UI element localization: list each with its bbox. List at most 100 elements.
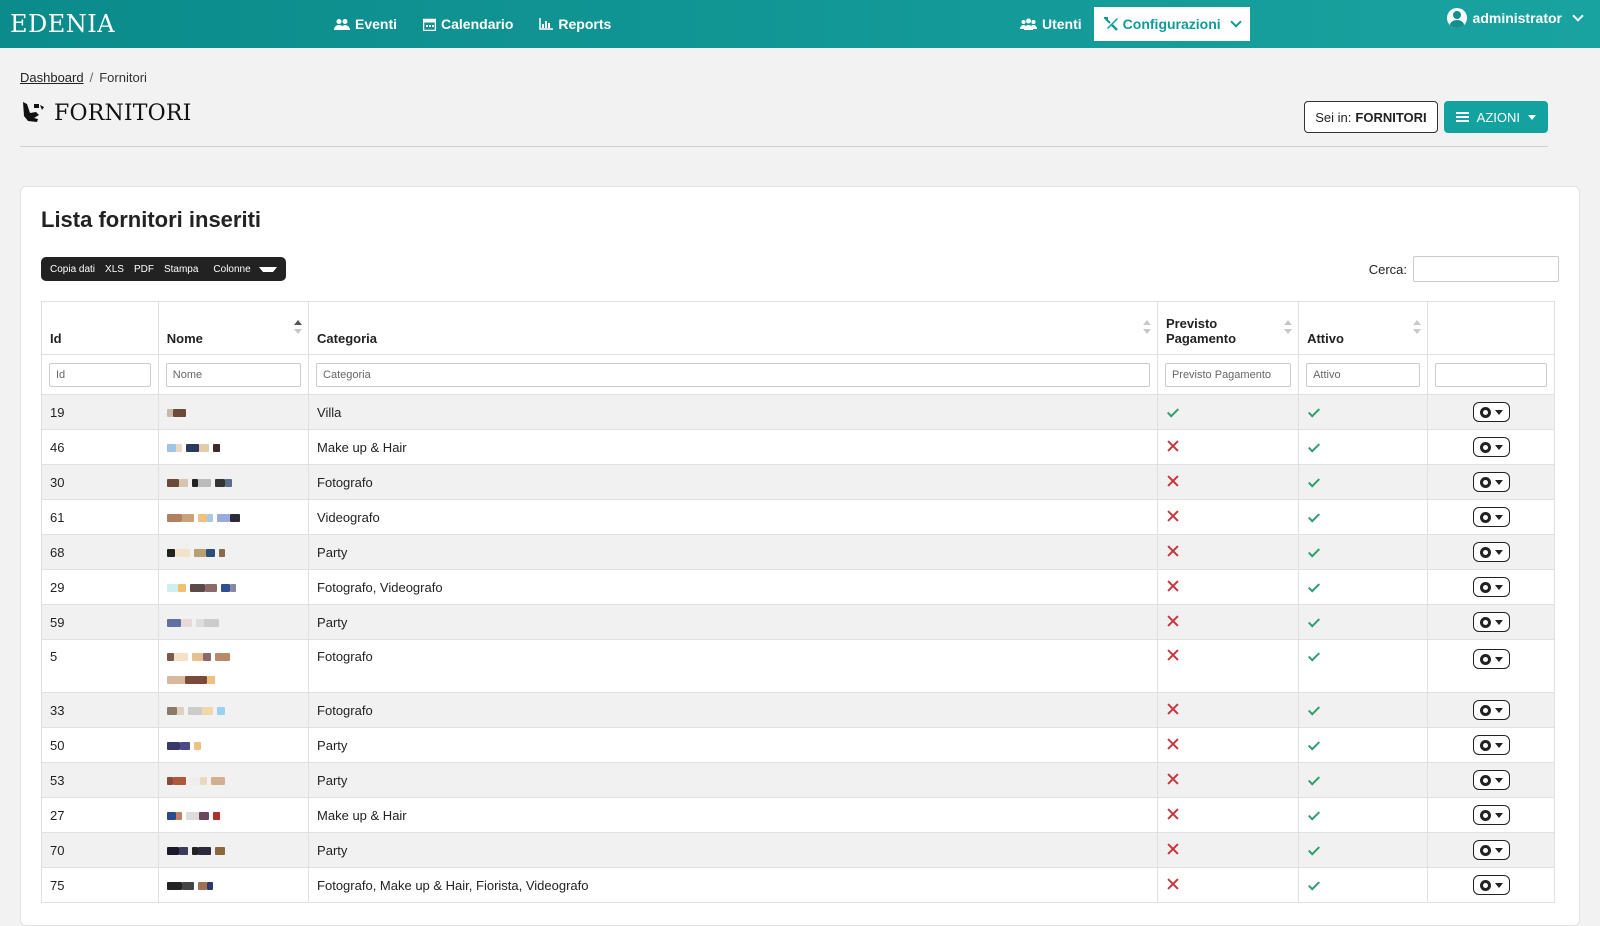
table-row[interactable]: 75 Fotografo, Make up & Hair, Fiorista, V… <box>41 867 1555 903</box>
redacted-pixel <box>191 653 203 661</box>
row-actions-button[interactable] <box>1472 507 1510 527</box>
redacted-pixel <box>166 676 185 684</box>
redacted-pixel <box>212 811 220 820</box>
gear-icon <box>1479 879 1491 891</box>
filter-previsto-input[interactable] <box>1164 362 1292 387</box>
table-row[interactable]: 59 Party <box>41 604 1555 640</box>
cell-actions <box>1427 639 1555 693</box>
nav-secondary: Utenti Configurazioni <box>1010 7 1250 42</box>
row-actions-button[interactable] <box>1472 700 1510 720</box>
th-categoria[interactable]: Categoria <box>308 301 1158 355</box>
row-actions-button[interactable] <box>1472 735 1510 755</box>
table-row[interactable]: 27 Make up & Hair <box>41 797 1555 833</box>
row-actions-button[interactable] <box>1472 649 1510 669</box>
redacted-pixel <box>229 583 236 592</box>
table-row[interactable]: 53 Party <box>41 762 1555 798</box>
table-row[interactable]: 70 Party <box>41 832 1555 868</box>
row-actions-button[interactable] <box>1472 875 1510 895</box>
cell-previsto <box>1156 762 1300 798</box>
brand-logo[interactable]: EDENIA <box>10 10 310 38</box>
check-icon <box>1166 404 1179 418</box>
table-row[interactable]: 68 Party <box>41 534 1555 570</box>
redacted-pixel <box>191 478 198 487</box>
nav-utenti[interactable]: Utenti <box>1010 8 1092 40</box>
filter-categoria-input[interactable] <box>316 362 1150 387</box>
nav-eventi[interactable]: Eventi <box>324 8 407 40</box>
caret-down-icon <box>1494 847 1503 853</box>
cross-icon <box>1167 615 1179 627</box>
row-actions-button[interactable] <box>1472 770 1510 790</box>
table-row[interactable]: 46 Make up & Hair <box>41 429 1555 465</box>
xls-button[interactable]: XLS <box>100 264 129 275</box>
table-row[interactable]: 50 Party <box>41 727 1555 763</box>
cell-id: 46 <box>41 429 159 465</box>
row-actions-button[interactable] <box>1472 402 1510 422</box>
cell-previsto <box>1156 499 1300 535</box>
row-actions-button[interactable] <box>1472 472 1510 492</box>
th-attivo[interactable]: Attivo <box>1298 301 1429 355</box>
cell-id: 75 <box>41 867 159 903</box>
cell-previsto <box>1156 797 1300 833</box>
print-button[interactable]: Stampa <box>159 264 203 275</box>
redacted-pixel <box>178 478 188 487</box>
columns-button[interactable]: Colonne <box>203 264 281 275</box>
breadcrumb-dashboard-link[interactable]: Dashboard <box>20 70 84 85</box>
nav-reports[interactable]: Reports <box>529 8 621 40</box>
chevron-down-icon <box>1572 10 1584 22</box>
check-icon <box>1308 404 1321 418</box>
redacted-pixel <box>193 741 201 750</box>
pdf-button[interactable]: PDF <box>129 264 159 275</box>
sei-in-button[interactable]: Sei in: FORNITORI <box>1304 101 1438 133</box>
filter-id-input[interactable] <box>49 362 151 387</box>
th-id[interactable]: Id <box>41 301 159 355</box>
cell-attivo <box>1298 534 1429 570</box>
th-nome[interactable]: Nome <box>157 301 310 355</box>
cell-actions <box>1427 569 1555 605</box>
search-input[interactable] <box>1413 256 1559 282</box>
cell-actions <box>1427 797 1555 833</box>
redacted-pixel <box>191 846 198 855</box>
table-row[interactable]: 19 Villa <box>41 394 1555 430</box>
redacted-pixel <box>214 846 225 855</box>
cell-attivo <box>1298 692 1429 728</box>
row-actions-button[interactable] <box>1472 437 1510 457</box>
cell-categoria: Party <box>308 534 1158 570</box>
users-group-icon <box>334 18 350 30</box>
azioni-dropdown-button[interactable]: AZIONI <box>1443 101 1548 133</box>
redacted-pixel <box>166 548 175 557</box>
nav-utenti-label: Utenti <box>1042 16 1082 32</box>
filter-actions-input[interactable] <box>1435 362 1547 387</box>
cell-nome-redacted <box>157 394 310 430</box>
th-categoria-label: Categoria <box>317 331 378 346</box>
redacted-pixel <box>214 653 230 661</box>
row-actions-button[interactable] <box>1472 577 1510 597</box>
redacted-pixel <box>181 513 194 522</box>
filter-nome-input[interactable] <box>165 362 302 387</box>
table-row[interactable]: 5 Fotografo <box>41 639 1555 693</box>
redacted-pixel <box>216 513 230 522</box>
cell-nome-redacted <box>157 569 310 605</box>
user-menu[interactable]: administrator <box>1446 8 1584 28</box>
th-previsto[interactable]: Previsto Pagamento <box>1156 301 1300 355</box>
table-row[interactable]: 30 Fotografo <box>41 464 1555 500</box>
row-actions-button[interactable] <box>1472 542 1510 562</box>
th-id-label: Id <box>50 331 62 346</box>
gear-icon <box>1479 546 1491 558</box>
cell-id: 50 <box>41 727 159 763</box>
calendar-icon <box>423 18 437 31</box>
table-row[interactable]: 29 Fotografo, Videografo <box>41 569 1555 605</box>
row-actions-button[interactable] <box>1472 840 1510 860</box>
row-actions-button[interactable] <box>1472 805 1510 825</box>
filter-attivo-input[interactable] <box>1306 362 1421 387</box>
nav-calendario[interactable]: Calendario <box>413 8 523 40</box>
nav-configurazioni[interactable]: Configurazioni <box>1093 7 1250 41</box>
cell-nome-redacted <box>157 762 310 798</box>
cell-attivo <box>1298 429 1429 465</box>
table-row[interactable]: 33 Fotografo <box>41 692 1555 728</box>
table-row[interactable]: 61 Videografo <box>41 499 1555 535</box>
redacted-pixel <box>166 478 179 487</box>
cell-id: 29 <box>41 569 159 605</box>
row-actions-button[interactable] <box>1472 612 1510 632</box>
cell-id: 59 <box>41 604 159 640</box>
copy-data-button[interactable]: Copia dati <box>45 264 100 275</box>
